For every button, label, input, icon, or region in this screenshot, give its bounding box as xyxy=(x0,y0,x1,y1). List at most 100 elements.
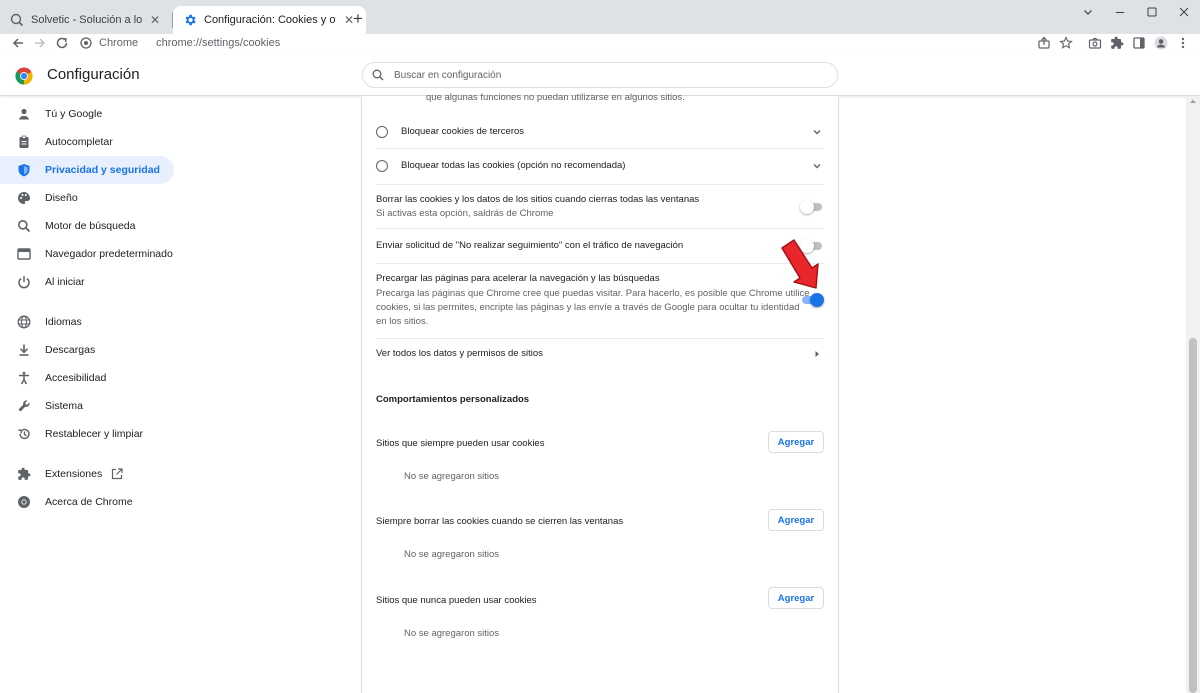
scrollbar-thumb[interactable] xyxy=(1189,338,1197,693)
sidebar-item-idiomas[interactable]: Idiomas xyxy=(0,308,174,336)
radio-block-all-label: Bloquear todas las cookies (opción no re… xyxy=(401,160,626,171)
restore-icon xyxy=(17,427,31,441)
sidebar-item-accesibilidad[interactable]: Accesibilidad xyxy=(0,364,174,392)
browser-icon xyxy=(17,247,31,261)
sidebar-item-label: Idiomas xyxy=(45,316,82,328)
always-clear-empty: No se agregaron sitios xyxy=(404,549,500,560)
globe-icon xyxy=(17,315,31,329)
sidebar-item-label: Autocompletar xyxy=(45,136,113,148)
chrome-site-icon xyxy=(80,37,92,49)
chevron-down-icon[interactable] xyxy=(812,127,822,137)
sidebar-item-label: Restablecer y limpiar xyxy=(45,428,144,440)
puzzle-icon xyxy=(17,467,31,481)
sidebar-item-label: Acerca de Chrome xyxy=(45,496,133,508)
tab-title: Solvetic - Solución a los problemas xyxy=(31,14,142,26)
address-bar[interactable]: Chrome chrome://settings/cookies xyxy=(80,35,280,51)
always-clear-label: Siempre borrar las cookies cuando se cie… xyxy=(376,516,624,527)
search-input[interactable] xyxy=(394,69,814,81)
sidebar-item-label: Accesibilidad xyxy=(45,372,107,384)
radio-block-all[interactable] xyxy=(376,160,388,172)
sidebar-item-autocompletar[interactable]: Autocompletar xyxy=(0,128,174,156)
accessibility-icon xyxy=(17,371,31,385)
sidebar-item-tu-y-google[interactable]: Tú y Google xyxy=(0,100,174,128)
new-tab-button[interactable]: + xyxy=(348,9,368,29)
sidebar-item-label: Navegador predeterminado xyxy=(45,248,173,260)
never-allow-label: Sitios que nunca pueden usar cookies xyxy=(376,595,537,606)
always-allow-empty: No se agregaron sitios xyxy=(404,471,500,482)
search-icon xyxy=(372,69,384,81)
preload-subtitle-line: Precarga las páginas que Chrome cree que… xyxy=(376,288,810,299)
radio-block-third-party-label: Bloquear cookies de terceros xyxy=(401,126,525,137)
sidebar-item-acerca-de-chrome[interactable]: Acerca de Chrome xyxy=(0,488,174,516)
preload-subtitle-line: en los sitios. xyxy=(376,316,429,327)
scroll-up-icon[interactable] xyxy=(1189,97,1197,105)
wrench-icon xyxy=(17,399,31,413)
settings-search-box[interactable] xyxy=(362,62,838,88)
reload-icon[interactable] xyxy=(54,35,70,51)
tab-configuracion[interactable]: Configuración: Cookies y otros datos ✕ xyxy=(173,6,366,34)
radio-block-third-party[interactable] xyxy=(376,126,388,138)
forward-arrow-icon[interactable] xyxy=(32,35,48,51)
page-title: Configuración xyxy=(47,66,140,83)
close-tab-icon[interactable]: ✕ xyxy=(148,13,162,27)
download-icon xyxy=(17,343,31,357)
do-not-track-title: Enviar solicitud de "No realizar seguimi… xyxy=(376,240,684,251)
divider xyxy=(376,148,824,149)
sidebar-item-label: Tú y Google xyxy=(45,108,103,120)
divider xyxy=(376,263,824,264)
profile-avatar-icon[interactable] xyxy=(1153,35,1169,51)
add-always-allow-button[interactable]: Agregar xyxy=(768,431,824,453)
sidebar-item-restablecer[interactable]: Restablecer y limpiar xyxy=(0,420,174,448)
sidebar-item-extensiones[interactable]: Extensiones xyxy=(0,460,174,488)
sidebar-item-descargas[interactable]: Descargas xyxy=(0,336,174,364)
chevron-right-icon[interactable] xyxy=(812,349,822,359)
bookmark-star-icon[interactable] xyxy=(1058,35,1074,51)
divider xyxy=(376,338,824,339)
search-icon xyxy=(17,219,31,233)
side-panel-icon[interactable] xyxy=(1131,35,1147,51)
sidebar-item-navegador-predeterminado[interactable]: Navegador predeterminado xyxy=(0,240,174,268)
tab-solvetic[interactable]: Solvetic - Solución a los problemas ✕ xyxy=(0,6,172,34)
sidebar-item-label: Descargas xyxy=(45,344,96,356)
share-icon[interactable] xyxy=(1036,35,1052,51)
see-all-site-data-link[interactable]: Ver todos los datos y permisos de sitios xyxy=(376,348,543,359)
sidebar-item-diseno[interactable]: Diseño xyxy=(0,184,174,212)
chrome-icon xyxy=(17,495,31,509)
preload-toggle[interactable] xyxy=(800,293,824,307)
never-allow-empty: No se agregaron sitios xyxy=(404,628,500,639)
sidebar-item-label: Extensiones xyxy=(45,468,103,480)
clear-on-exit-toggle[interactable] xyxy=(800,200,824,214)
clipboard-icon xyxy=(17,135,31,149)
sidebar-item-label: Al iniciar xyxy=(45,276,85,288)
clear-on-exit-title: Borrar las cookies y los datos de los si… xyxy=(376,194,700,205)
chevron-down-icon[interactable] xyxy=(1072,2,1104,22)
sidebar-item-privacidad[interactable]: Privacidad y seguridad xyxy=(0,156,174,184)
preload-subtitle-line: cookies, si las permites, encripte las p… xyxy=(376,302,800,313)
chrome-logo-icon xyxy=(15,67,33,85)
sidebar-item-al-iniciar[interactable]: Al iniciar xyxy=(0,268,174,296)
sidebar-item-label: Privacidad y seguridad xyxy=(45,164,160,176)
shield-icon xyxy=(17,163,31,177)
preload-title: Precargar las páginas para acelerar la n… xyxy=(376,273,660,284)
add-always-clear-button[interactable]: Agregar xyxy=(768,509,824,531)
always-allow-label: Sitios que siempre pueden usar cookies xyxy=(376,438,545,449)
sidebar-item-label: Diseño xyxy=(45,192,78,204)
window-close-icon[interactable] xyxy=(1168,2,1200,22)
camera-icon[interactable] xyxy=(1087,35,1103,51)
sidebar-item-sistema[interactable]: Sistema xyxy=(0,392,174,420)
site-label: Chrome xyxy=(99,37,139,49)
maximize-icon[interactable] xyxy=(1136,2,1168,22)
extensions-puzzle-icon[interactable] xyxy=(1109,35,1125,51)
divider xyxy=(376,184,824,185)
sidebar-item-label: Sistema xyxy=(45,400,83,412)
partial-description: que algunas funciones no puedan utilizar… xyxy=(426,92,685,103)
add-never-allow-button[interactable]: Agregar xyxy=(768,587,824,609)
custom-behaviors-title: Comportamientos personalizados xyxy=(376,394,530,405)
tab-title: Configuración: Cookies y otros datos xyxy=(204,14,336,26)
kebab-menu-icon[interactable] xyxy=(1175,35,1191,51)
back-arrow-icon[interactable] xyxy=(10,35,26,51)
sidebar-item-motor-busqueda[interactable]: Motor de búsqueda xyxy=(0,212,174,240)
gear-icon xyxy=(183,13,197,27)
chevron-down-icon[interactable] xyxy=(812,161,822,171)
minimize-icon[interactable] xyxy=(1104,2,1136,22)
